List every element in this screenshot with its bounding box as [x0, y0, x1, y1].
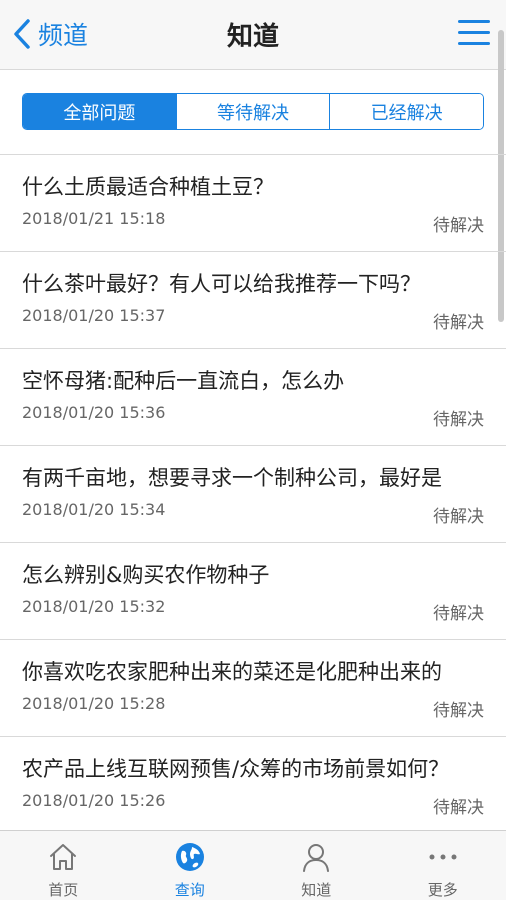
list-item[interactable]: 空怀母猪:配种后一直流白，怎么办 2018/01/20 15:36 待解决	[0, 349, 506, 446]
status-label: 待解决	[433, 410, 484, 430]
globe-icon	[174, 841, 206, 873]
nav-label: 知道	[301, 881, 332, 899]
nav-zhidao[interactable]: 知道	[253, 831, 380, 900]
nav-label: 首页	[48, 881, 79, 899]
bottom-tab-bar: 首页 查询 知道 更多	[0, 830, 506, 900]
question-date: 2018/01/20 15:34	[22, 500, 166, 519]
list-item[interactable]: 什么茶叶最好？有人可以给我推荐一下吗？ 2018/01/20 15:37 待解决	[0, 252, 506, 349]
list-item[interactable]: 什么土质最适合种植土豆？ 2018/01/21 15:18 待解决	[0, 155, 506, 252]
list-item[interactable]: 怎么辨别&购买农作物种子 2018/01/20 15:32 待解决	[0, 543, 506, 640]
tab-pending[interactable]: 等待解决	[176, 94, 331, 129]
question-date: 2018/01/21 15:18	[22, 209, 166, 228]
question-title: 空怀母猪:配种后一直流白，怎么办	[22, 369, 345, 393]
status-label: 待解决	[433, 507, 484, 527]
status-label: 待解决	[433, 604, 484, 624]
status-label: 待解决	[433, 216, 484, 236]
more-icon	[427, 841, 459, 873]
nav-label: 更多	[427, 881, 458, 899]
home-icon	[47, 841, 79, 873]
status-label: 待解决	[433, 313, 484, 333]
question-list: 什么土质最适合种植土豆？ 2018/01/21 15:18 待解决 什么茶叶最好…	[0, 155, 506, 834]
question-date: 2018/01/20 15:28	[22, 694, 166, 713]
nav-label: 查询	[174, 881, 205, 899]
menu-icon[interactable]	[458, 20, 490, 50]
question-title: 你喜欢吃农家肥种出来的菜还是化肥种出来的	[22, 660, 442, 684]
person-icon	[300, 841, 332, 873]
nav-home[interactable]: 首页	[0, 831, 127, 900]
question-title: 什么茶叶最好？有人可以给我推荐一下吗？	[22, 272, 421, 296]
question-filter-tabs: 全部问题 等待解决 已经解决	[22, 93, 484, 130]
nav-more[interactable]: 更多	[380, 831, 506, 900]
question-date: 2018/01/20 15:36	[22, 403, 166, 422]
question-date: 2018/01/20 15:37	[22, 306, 166, 325]
question-date: 2018/01/20 15:32	[22, 597, 166, 616]
page-title: 知道	[226, 22, 279, 52]
top-bar: 频道 知道	[0, 0, 506, 70]
tab-resolved[interactable]: 已经解决	[330, 94, 483, 129]
question-title: 有两千亩地，想要寻求一个制种公司，最好是	[22, 466, 442, 490]
question-title: 农产品上线互联网预售/众筹的市场前景如何？	[22, 757, 450, 781]
question-date: 2018/01/20 15:26	[22, 791, 166, 810]
list-item[interactable]: 有两千亩地，想要寻求一个制种公司，最好是 2018/01/20 15:34 待解…	[0, 446, 506, 543]
question-title: 什么土质最适合种植土豆？	[22, 175, 274, 199]
status-label: 待解决	[433, 798, 484, 818]
tab-all-questions[interactable]: 全部问题	[23, 94, 177, 129]
list-item[interactable]: 农产品上线互联网预售/众筹的市场前景如何？ 2018/01/20 15:26 待…	[0, 737, 506, 834]
status-label: 待解决	[433, 701, 484, 721]
question-title: 怎么辨别&购买农作物种子	[22, 563, 270, 587]
list-item[interactable]: 你喜欢吃农家肥种出来的菜还是化肥种出来的 2018/01/20 15:28 待解…	[0, 640, 506, 737]
nav-search[interactable]: 查询	[127, 831, 254, 900]
